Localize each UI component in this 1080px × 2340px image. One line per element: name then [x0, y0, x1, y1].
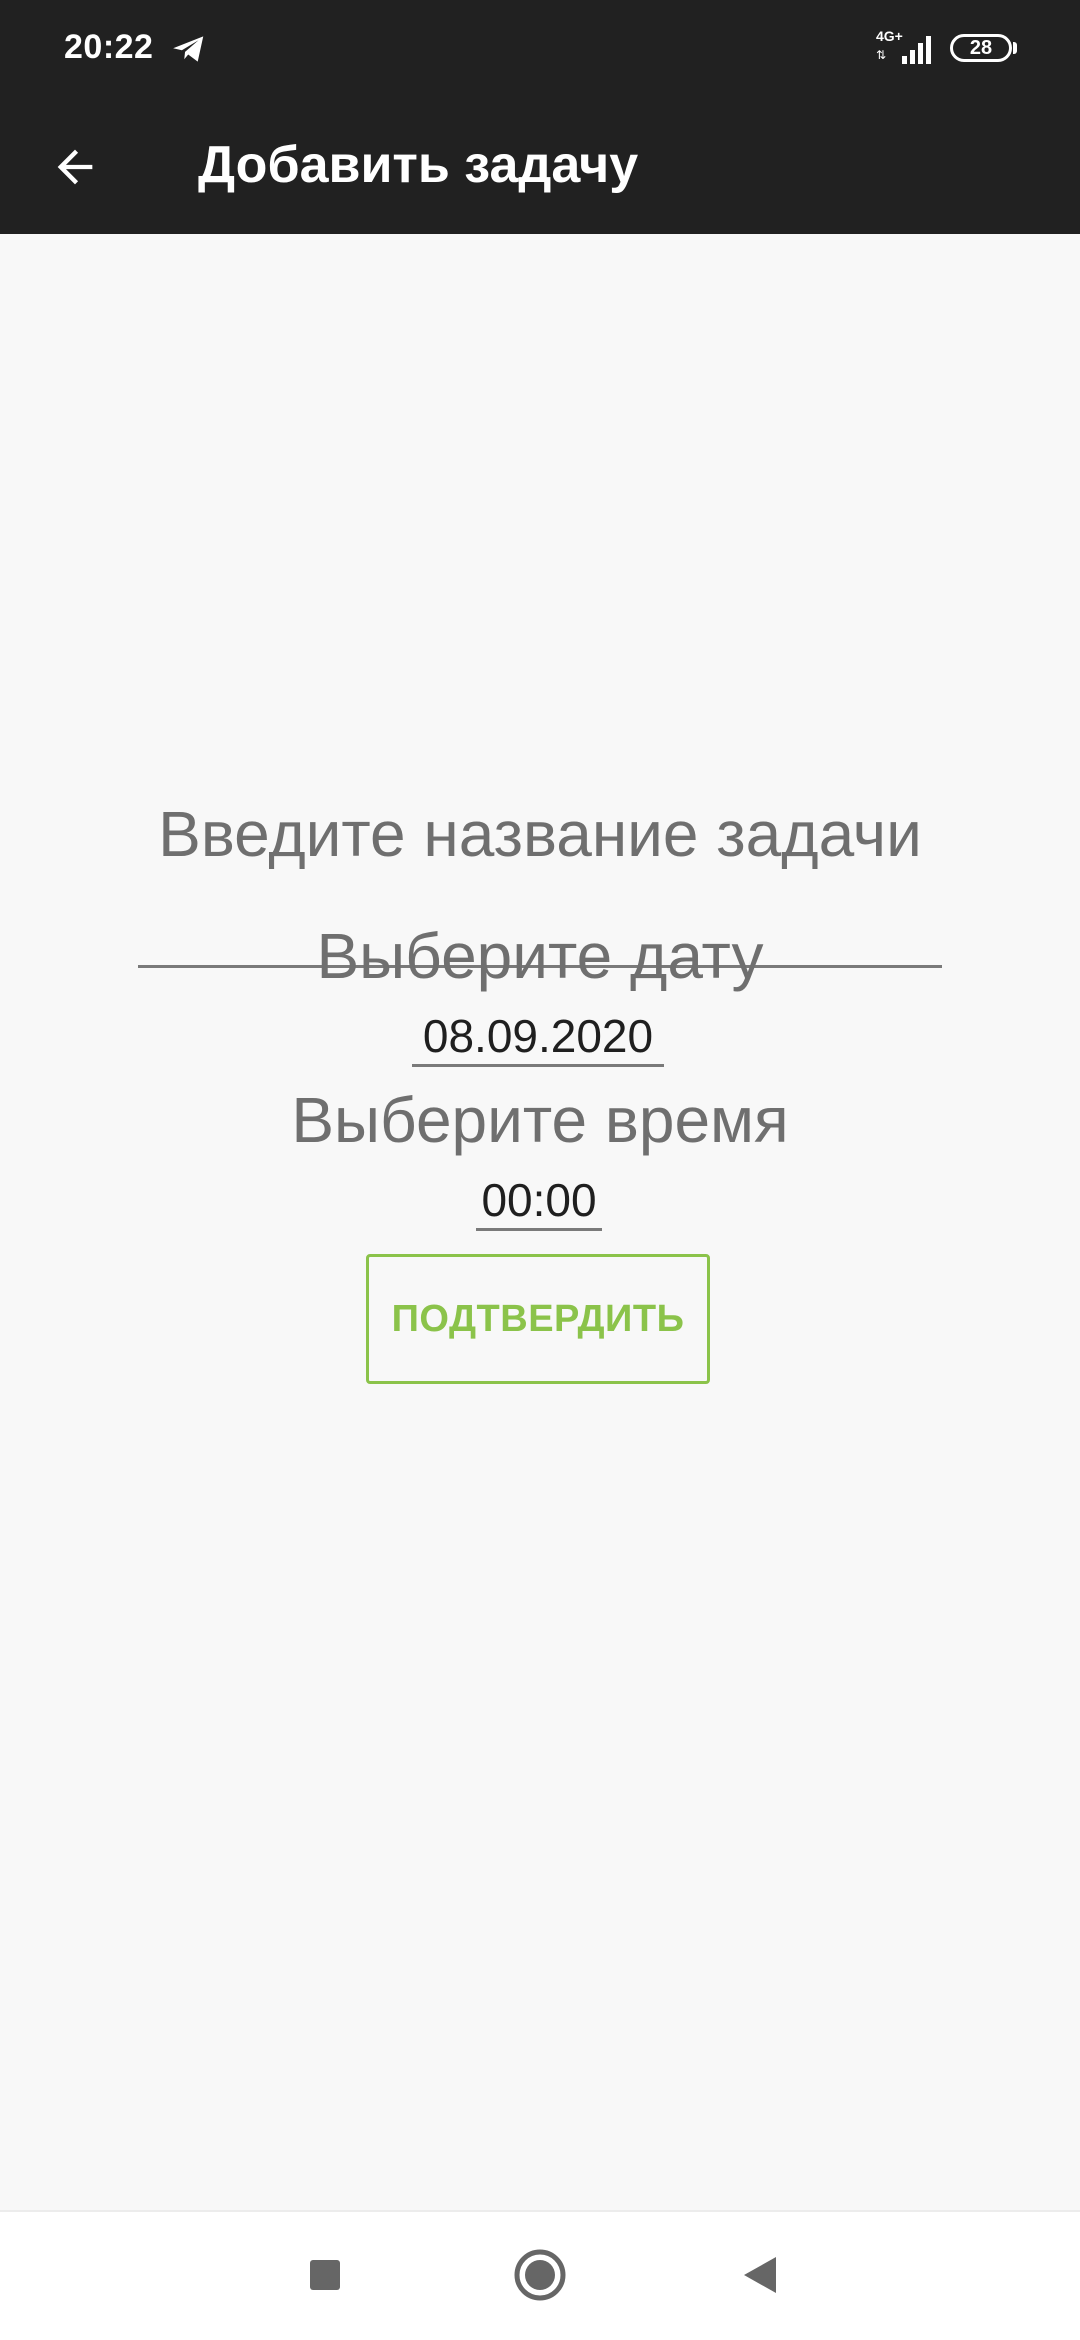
confirm-button[interactable]: ПОДТВЕРДИТЬ	[366, 1254, 710, 1384]
task-form: Введите название задачи Выберите дату 08…	[0, 234, 1080, 2210]
task-name-label: Введите название задачи	[158, 798, 922, 870]
recents-square-icon	[310, 2260, 340, 2290]
data-arrows-icon: ⇅	[876, 48, 887, 62]
date-label: Выберите дату	[316, 920, 764, 992]
battery-icon: 28	[950, 34, 1012, 62]
telegram-icon	[173, 36, 204, 62]
battery-level: 28	[969, 37, 993, 59]
signal-icon: 4G+ ⇅	[876, 28, 936, 66]
date-picker-field[interactable]: 08.09.2020	[412, 1008, 664, 1067]
back-triangle-icon	[744, 2257, 776, 2293]
time-label: Выберите время	[291, 1084, 789, 1156]
home-circle-icon	[514, 2249, 566, 2301]
time-picker-field[interactable]: 00:00	[476, 1172, 602, 1231]
back-button[interactable]	[30, 122, 120, 212]
app-bar: Добавить задачу	[0, 100, 1080, 234]
home-button[interactable]	[505, 2240, 575, 2310]
status-bar: 20:22 4G+ ⇅ 28	[0, 0, 1080, 100]
nav-back-button[interactable]	[725, 2240, 795, 2310]
recents-button[interactable]	[290, 2240, 360, 2310]
status-time: 20:22	[64, 28, 154, 66]
system-nav-bar	[0, 2210, 1080, 2340]
page-title: Добавить задачу	[198, 136, 639, 194]
arrow-left-icon	[57, 149, 93, 185]
signal-bars-icon	[902, 36, 931, 64]
battery-tip	[1013, 42, 1017, 54]
